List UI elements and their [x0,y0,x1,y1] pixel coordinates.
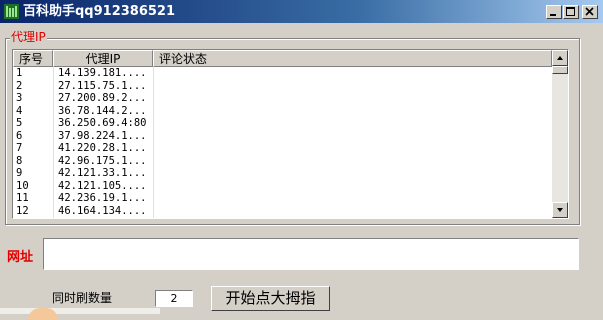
table-row[interactable]: 11 42.236.19.1... [13,192,552,205]
maximize-button[interactable] [563,5,579,19]
app-logo-icon [3,3,20,20]
table-row[interactable]: 2 27.115.75.1... [13,80,552,93]
row-index: 3 [16,92,23,104]
arrow-up-icon [557,56,563,60]
table-row[interactable]: 5 36.250.69.4:80 [13,117,552,130]
list-body: 1 14.139.181.... 2 27.115.75.1... 3 27.2… [13,67,552,218]
column-header-index[interactable]: 序号 [13,50,53,67]
row-index: 4 [16,104,23,117]
row-index: 8 [16,154,23,167]
column-header-ip[interactable]: 代理IP [53,50,153,67]
row-ip: 36.250.69.4:80 [58,117,147,129]
column-header-status[interactable]: 评论状态 [153,50,552,67]
row-ip: 37.98.224.1... [58,129,147,142]
bottom-strip [0,308,160,314]
proxy-list[interactable]: 序号 代理IP 评论状态 1 14.139.181.... 2 27.115.7… [12,49,569,219]
minimize-button[interactable] [546,5,562,19]
window-title: 百科助手qq912386521 [23,4,176,19]
row-index: 12 [16,204,29,217]
minimize-icon [550,14,556,16]
row-ip: 14.139.181.... [58,67,147,79]
table-row[interactable]: 8 42.96.175.1... [13,155,552,168]
row-index: 2 [16,79,23,92]
row-index: 1 [16,67,23,79]
row-index: 9 [16,167,23,179]
row-ip: 27.115.75.1... [58,79,147,92]
table-row[interactable]: 6 37.98.224.1... [13,130,552,143]
vertical-scrollbar[interactable] [552,50,568,218]
concurrency-input[interactable] [155,290,193,307]
maximize-icon [566,7,575,16]
close-icon [585,7,594,16]
table-row[interactable]: 4 36.78.144.2... [13,105,552,118]
url-input[interactable] [43,238,579,270]
row-ip: 27.200.89.2... [58,92,147,104]
row-ip: 42.236.19.1... [58,192,147,204]
table-row[interactable]: 10 42.121.105.... [13,180,552,193]
arrow-down-icon [557,208,563,212]
proxy-group-label: 代理IP [10,30,47,44]
title-bar[interactable]: 百科助手qq912386521 [0,0,603,23]
table-row[interactable]: 12 46.164.134.... [13,205,552,218]
table-row[interactable]: 1 14.139.181.... [13,67,552,80]
row-index: 11 [16,192,29,204]
row-ip: 36.78.144.2... [58,104,147,117]
list-header: 序号 代理IP 评论状态 [13,50,552,67]
partial-image [28,308,58,320]
concurrency-label: 同时刷数量 [52,291,113,305]
row-index: 6 [16,129,23,142]
row-ip: 42.121.105.... [58,179,147,192]
row-ip: 42.96.175.1... [58,154,147,167]
row-index: 7 [16,142,23,154]
row-ip: 41.220.28.1... [58,142,147,154]
start-button[interactable]: 开始点大拇指 [211,286,330,311]
row-index: 5 [16,117,23,129]
table-row[interactable]: 9 42.121.33.1... [13,167,552,180]
url-label: 网址 [7,250,34,265]
scroll-thumb[interactable] [552,66,568,74]
scroll-up-button[interactable] [552,50,568,66]
row-ip: 42.121.33.1... [58,167,147,179]
close-button[interactable] [582,5,598,19]
table-row[interactable]: 7 41.220.28.1... [13,142,552,155]
row-index: 10 [16,179,29,192]
row-ip: 46.164.134.... [58,204,147,217]
table-row[interactable]: 3 27.200.89.2... [13,92,552,105]
scroll-down-button[interactable] [552,202,568,218]
